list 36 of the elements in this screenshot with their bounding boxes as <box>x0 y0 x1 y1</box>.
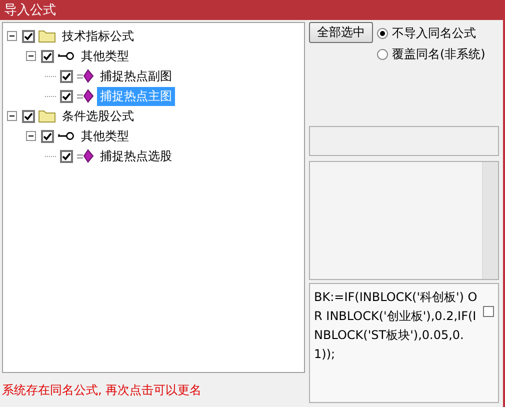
tree-item[interactable]: 捕捉热点选股 <box>97 146 175 166</box>
tree-item[interactable]: 捕捉热点副图 <box>97 66 175 86</box>
checkbox[interactable] <box>22 30 35 42</box>
tree-item[interactable]: 条件选股公式 <box>59 106 137 126</box>
status-message: 系统存在同名公式, 再次点击可以更名 <box>2 382 203 398</box>
key-icon <box>57 51 75 61</box>
collapse-icon[interactable] <box>26 50 37 62</box>
scroll-bar[interactable] <box>482 162 498 279</box>
key-icon <box>57 131 75 141</box>
checkbox[interactable] <box>60 70 73 82</box>
collapse-icon[interactable] <box>26 130 37 142</box>
checkbox[interactable] <box>41 50 54 62</box>
folder-icon <box>38 29 56 43</box>
folder-icon <box>38 109 56 123</box>
radio-button[interactable] <box>377 49 388 60</box>
formula-icon <box>76 89 94 103</box>
radio-label[interactable]: 不导入同名公式 <box>392 25 476 42</box>
checkbox[interactable] <box>22 110 35 122</box>
formula-box[interactable]: BK:=IF(INBLOCK('科创板') OR INBLOCK('创业板'),0.2,IF(INBLOCK('ST板块'),0.05,0.1)); <box>309 283 499 403</box>
tree-item[interactable]: 技术指标公式 <box>59 26 137 46</box>
radio-label[interactable]: 覆盖同名(非系统) <box>392 46 486 63</box>
input-field[interactable] <box>309 126 499 156</box>
radio-button[interactable] <box>377 28 388 39</box>
collapse-icon[interactable] <box>7 30 18 42</box>
select-all-button[interactable]: 全部选中 <box>309 22 373 43</box>
formula-icon <box>76 149 94 163</box>
checkbox[interactable] <box>60 90 73 102</box>
tree-item[interactable]: 其他类型 <box>78 46 132 66</box>
formula-text: BK:=IF(INBLOCK('科创板') OR INBLOCK('创业板'),0.2,IF(INBLOCK('ST板块'),0.05,0.1)); <box>314 289 478 363</box>
checkbox[interactable] <box>483 306 494 317</box>
checkbox[interactable] <box>60 150 73 162</box>
formula-icon <box>76 69 94 83</box>
window-title: 导入公式 <box>4 2 56 19</box>
collapse-icon[interactable] <box>7 110 18 122</box>
checkbox[interactable] <box>41 130 54 142</box>
tree-item[interactable]: 其他类型 <box>78 126 132 146</box>
